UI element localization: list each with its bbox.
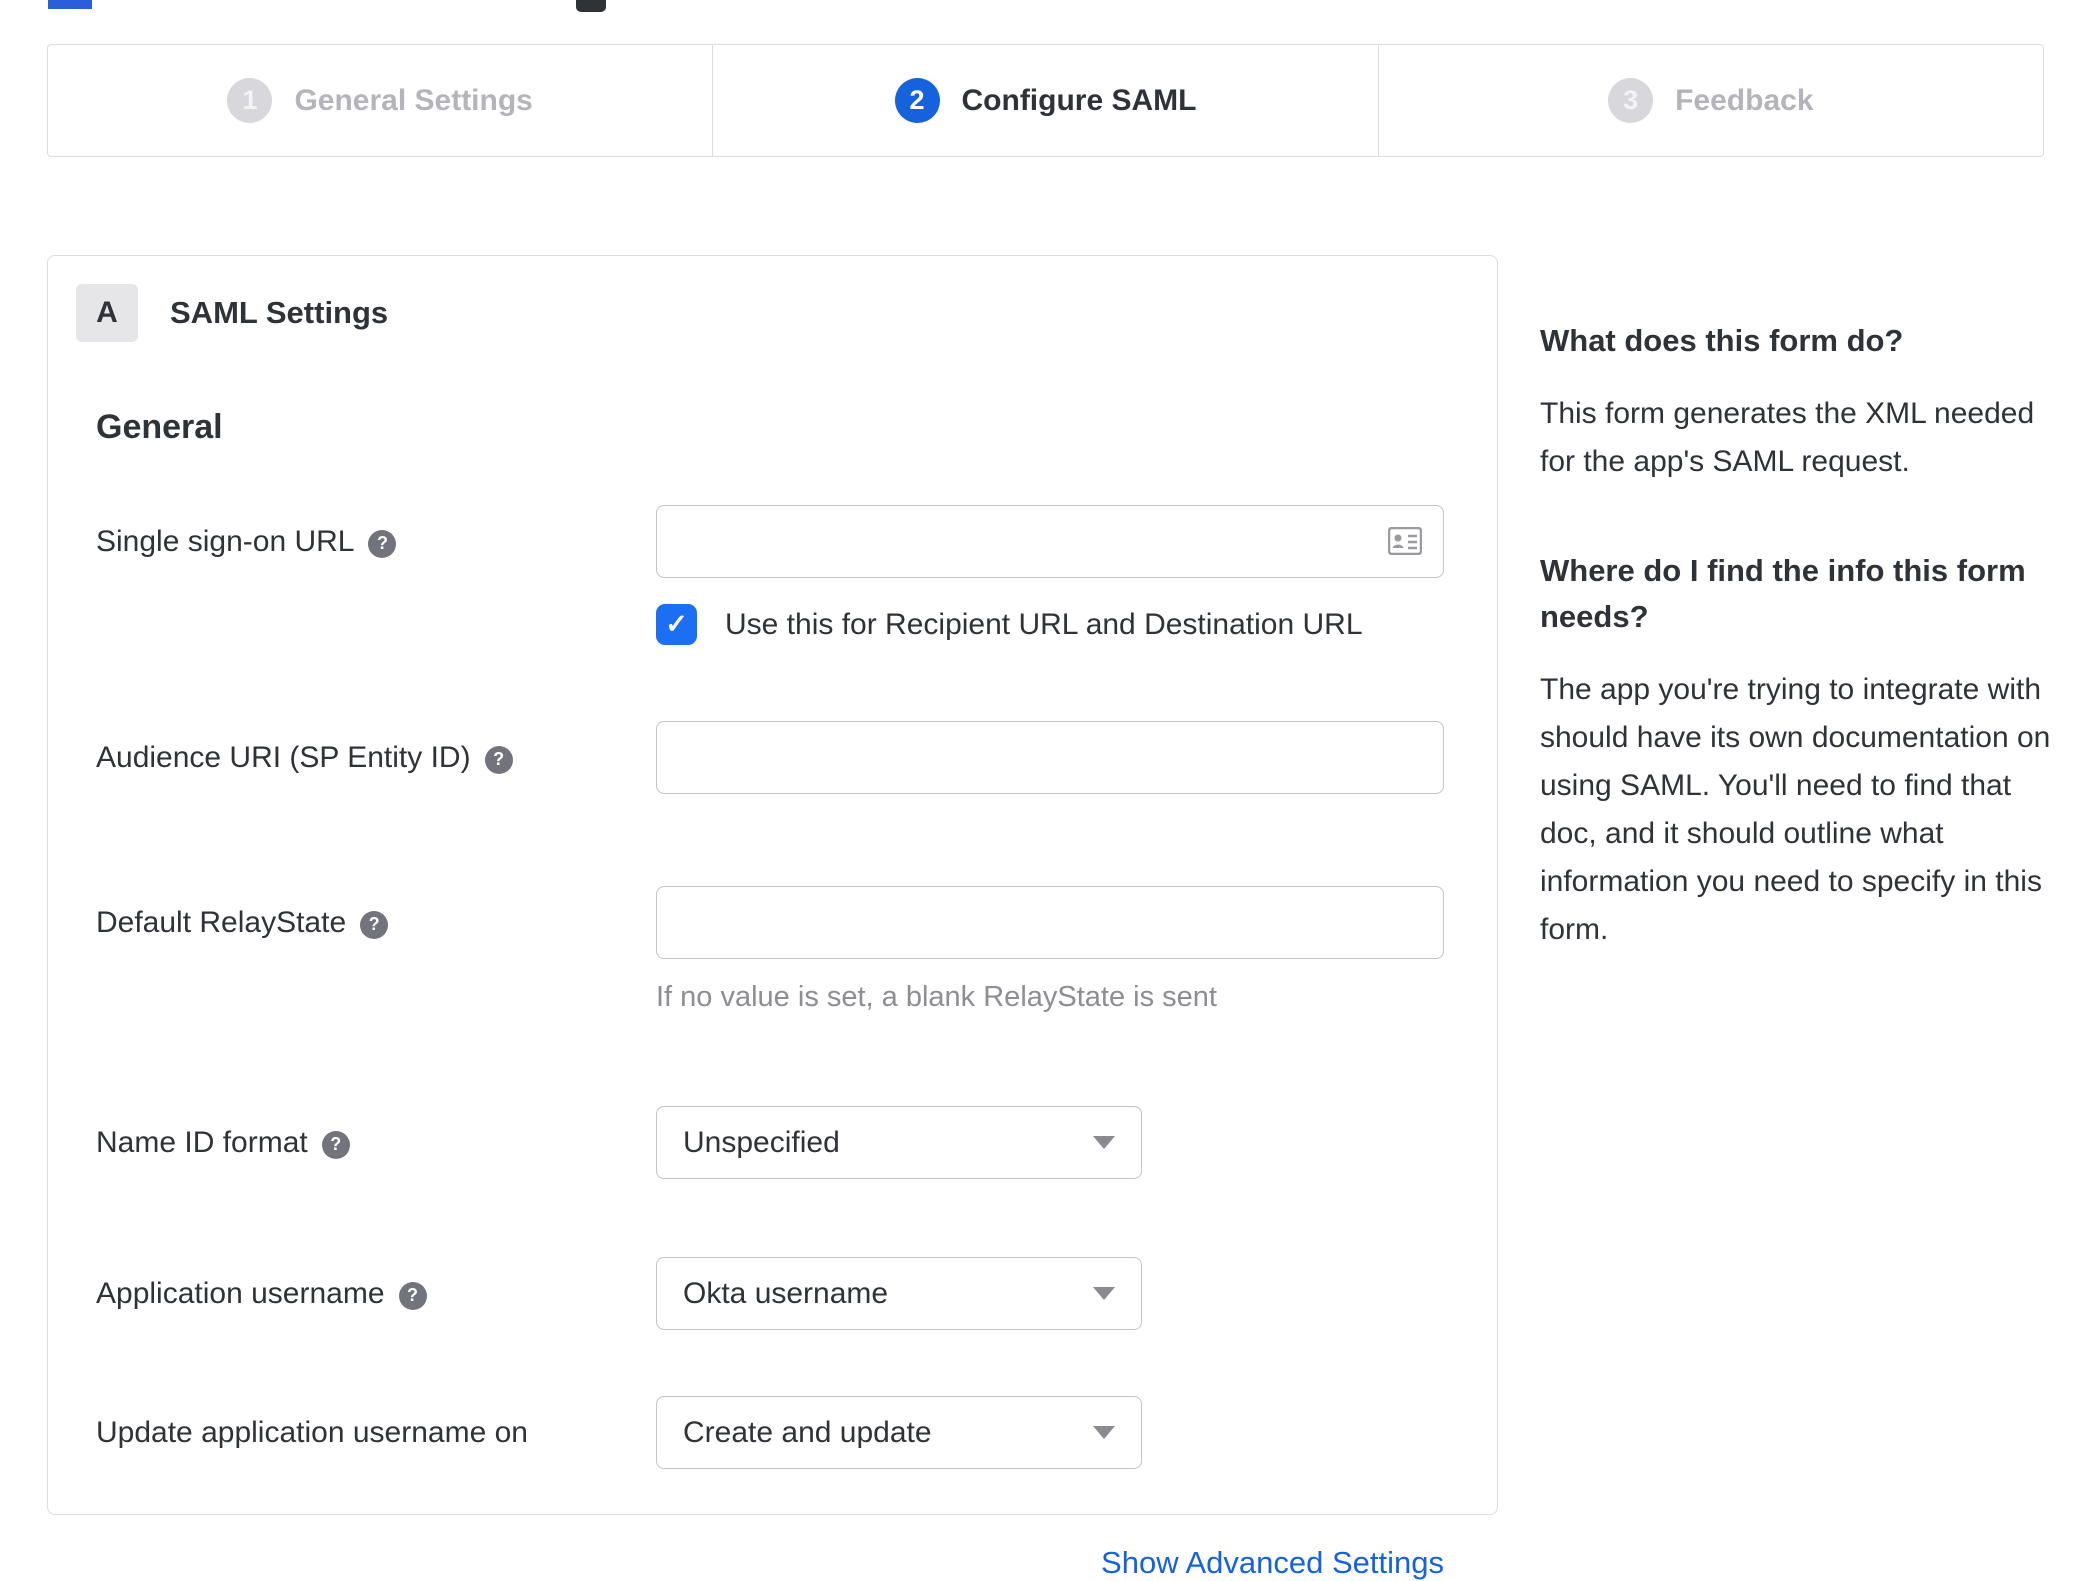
help-sidebar: What does this form do? This form genera… <box>1540 318 2068 1016</box>
step-number-badge: 3 <box>1608 78 1654 123</box>
chevron-down-icon <box>1093 1136 1115 1149</box>
select-value: Okta username <box>683 1276 889 1310</box>
relay-state-hint: If no value is set, a blank RelayState i… <box>656 981 1217 1013</box>
field-row-sso-url: Single sign-on URL? <box>96 505 1497 578</box>
step-number-badge: 1 <box>227 78 273 123</box>
field-row-name-id-format: Name ID format? Unspecified <box>96 1106 1497 1179</box>
contact-card-icon[interactable] <box>1387 526 1423 560</box>
name-id-format-label: Name ID format? <box>96 1106 656 1160</box>
field-row-relay-state: Default RelayState? If no value is set, … <box>96 886 1497 1014</box>
field-row-application-username: Application username? Okta username <box>96 1257 1497 1330</box>
field-row-audience-uri: Audience URI (SP Entity ID)? <box>96 721 1497 794</box>
wizard-stepper: 1 General Settings 2 Configure SAML 3 Fe… <box>47 44 2044 157</box>
chevron-down-icon <box>1093 1426 1115 1439</box>
step-feedback[interactable]: 3 Feedback <box>1377 45 2043 156</box>
checkmark-icon: ✓ <box>665 609 688 639</box>
update-username-label: Update application username on <box>96 1416 528 1449</box>
select-value: Create and update <box>683 1415 932 1449</box>
help-icon[interactable]: ? <box>360 910 389 939</box>
relay-state-label: Default RelayState? <box>96 886 656 940</box>
sso-checkbox-row: ✓ Use this for Recipient URL and Destina… <box>656 604 1363 645</box>
step-configure-saml[interactable]: 2 Configure SAML <box>712 45 1377 156</box>
step-number-badge: 2 <box>894 78 940 123</box>
section-a-badge: A <box>76 284 138 342</box>
application-username-label: Application username? <box>96 1257 656 1311</box>
sso-checkbox[interactable]: ✓ <box>656 604 697 645</box>
step-label: General Settings <box>294 83 533 117</box>
section-header: A SAML Settings <box>48 284 1497 342</box>
step-label: Configure SAML <box>961 83 1197 117</box>
help-section-title: Where do I find the info this form needs… <box>1540 553 2026 634</box>
cutoff-page-title-fragment <box>48 0 92 9</box>
step-general-settings[interactable]: 1 General Settings <box>48 45 712 156</box>
field-row-update-username: Update application username on Create an… <box>96 1396 1497 1469</box>
section-title: SAML Settings <box>170 295 389 330</box>
select-value: Unspecified <box>683 1125 840 1159</box>
general-group-title: General <box>96 408 223 446</box>
help-section-body: This form generates the XML needed for t… <box>1540 397 2035 478</box>
help-icon[interactable]: ? <box>484 745 513 774</box>
help-icon[interactable]: ? <box>321 1130 350 1159</box>
sso-checkbox-label[interactable]: Use this for Recipient URL and Destinati… <box>725 608 1363 642</box>
show-advanced-settings-link[interactable]: Show Advanced Settings <box>1101 1545 1444 1580</box>
step-label: Feedback <box>1675 83 1814 117</box>
field-row-sso-checkbox: ✓ Use this for Recipient URL and Destina… <box>96 578 1497 645</box>
help-section-title: What does this form do? <box>1540 323 1904 358</box>
sso-url-input-wrap <box>656 505 1444 578</box>
application-username-select[interactable]: Okta username <box>656 1257 1142 1330</box>
help-section-body: The app you're trying to integrate with … <box>1540 673 2051 946</box>
saml-settings-panel: A SAML Settings General Single sign-on U… <box>47 255 1498 1580</box>
saml-form: Single sign-on URL? ✓ Use this for Recip… <box>48 505 1497 1581</box>
sso-url-input[interactable] <box>656 505 1444 578</box>
help-icon[interactable]: ? <box>398 1281 427 1310</box>
audience-uri-label: Audience URI (SP Entity ID)? <box>96 721 656 775</box>
update-username-select[interactable]: Create and update <box>656 1396 1142 1469</box>
cutoff-icon-fragment <box>576 0 606 12</box>
sso-url-label: Single sign-on URL? <box>96 505 656 559</box>
help-icon[interactable]: ? <box>368 529 397 558</box>
name-id-format-select[interactable]: Unspecified <box>656 1106 1142 1179</box>
chevron-down-icon <box>1093 1287 1115 1300</box>
relay-state-input[interactable] <box>656 886 1444 959</box>
audience-uri-input[interactable] <box>656 721 1444 794</box>
